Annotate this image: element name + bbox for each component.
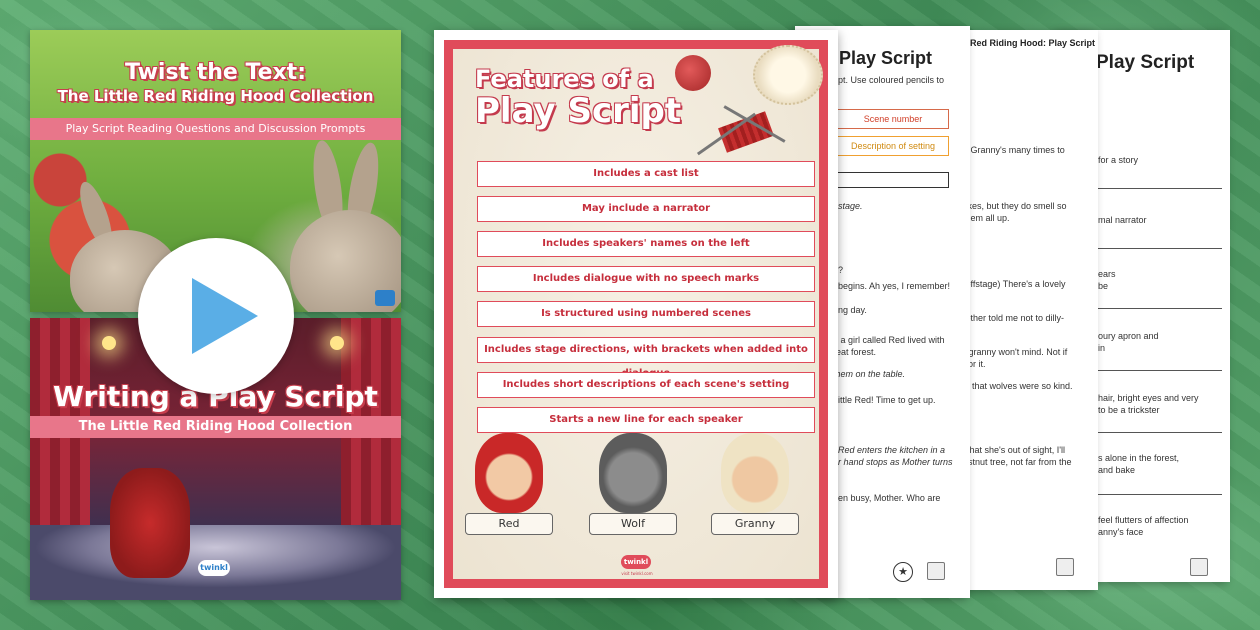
twinkl-logo-icon [927,562,945,580]
red-riding-hood-illustration [110,468,190,578]
character-wolf: Wolf [583,433,683,545]
twinkl-logo-icon [1190,558,1208,576]
twinkl-logo: twinkl [621,555,651,569]
label-box-description-of-setting[interactable]: Description of setting [837,136,949,156]
star-icon: ★ [893,562,913,582]
character-red: Red [459,433,559,545]
sheet2-title: Red Riding Hood: Play Script [970,38,1096,48]
character-label: Wolf [589,513,677,535]
red-portrait [475,433,543,513]
feature-item: Includes a cast list [477,161,815,187]
twinkl-logo-icon [1056,558,1074,576]
feature-item: Includes speakers' names on the left [477,231,815,257]
cover1-title: Twist the Text: The Little Red Riding Ho… [57,60,374,105]
feature-item: Is structured using numbered scenes [477,301,815,327]
spotlight-icon [330,336,344,350]
feature-item: Includes short descriptions of each scen… [477,372,815,398]
poster-title: Features of a Play Script [475,65,682,131]
feature-item: Includes dialogue with no speech marks [477,266,815,292]
cover1-subtitle: Play Script Reading Questions and Discus… [30,118,401,140]
doily-illustration [753,45,823,105]
twinkl-logo: twinkl [198,560,230,576]
feature-item: May include a narrator [477,196,815,222]
poster-url: visit twinkl.com [621,571,653,576]
spotlight-icon [102,336,116,350]
features-of-a-play-script-poster[interactable]: Features of a Play Script Includes a cas… [434,30,838,598]
sheet3-title: Play Script [1096,52,1195,73]
play-icon [192,278,258,354]
feature-item: Starts a new line for each speaker [477,407,815,433]
twinkl-logo-icon [375,290,395,306]
label-box-scene-number[interactable]: Scene number [837,109,949,129]
play-button[interactable] [138,238,294,394]
character-granny: Granny [705,433,805,545]
feature-item: Includes stage directions, with brackets… [477,337,815,379]
character-label: Red [465,513,553,535]
cover2-subtitle: The Little Red Riding Hood Collection [30,416,401,438]
sheet1-title: Play Script [839,48,933,68]
poster-frame: Features of a Play Script Includes a cas… [444,40,828,588]
label-box-empty[interactable] [837,172,949,188]
character-label: Granny [711,513,799,535]
wolf-portrait [599,433,667,513]
granny-portrait [721,433,789,513]
